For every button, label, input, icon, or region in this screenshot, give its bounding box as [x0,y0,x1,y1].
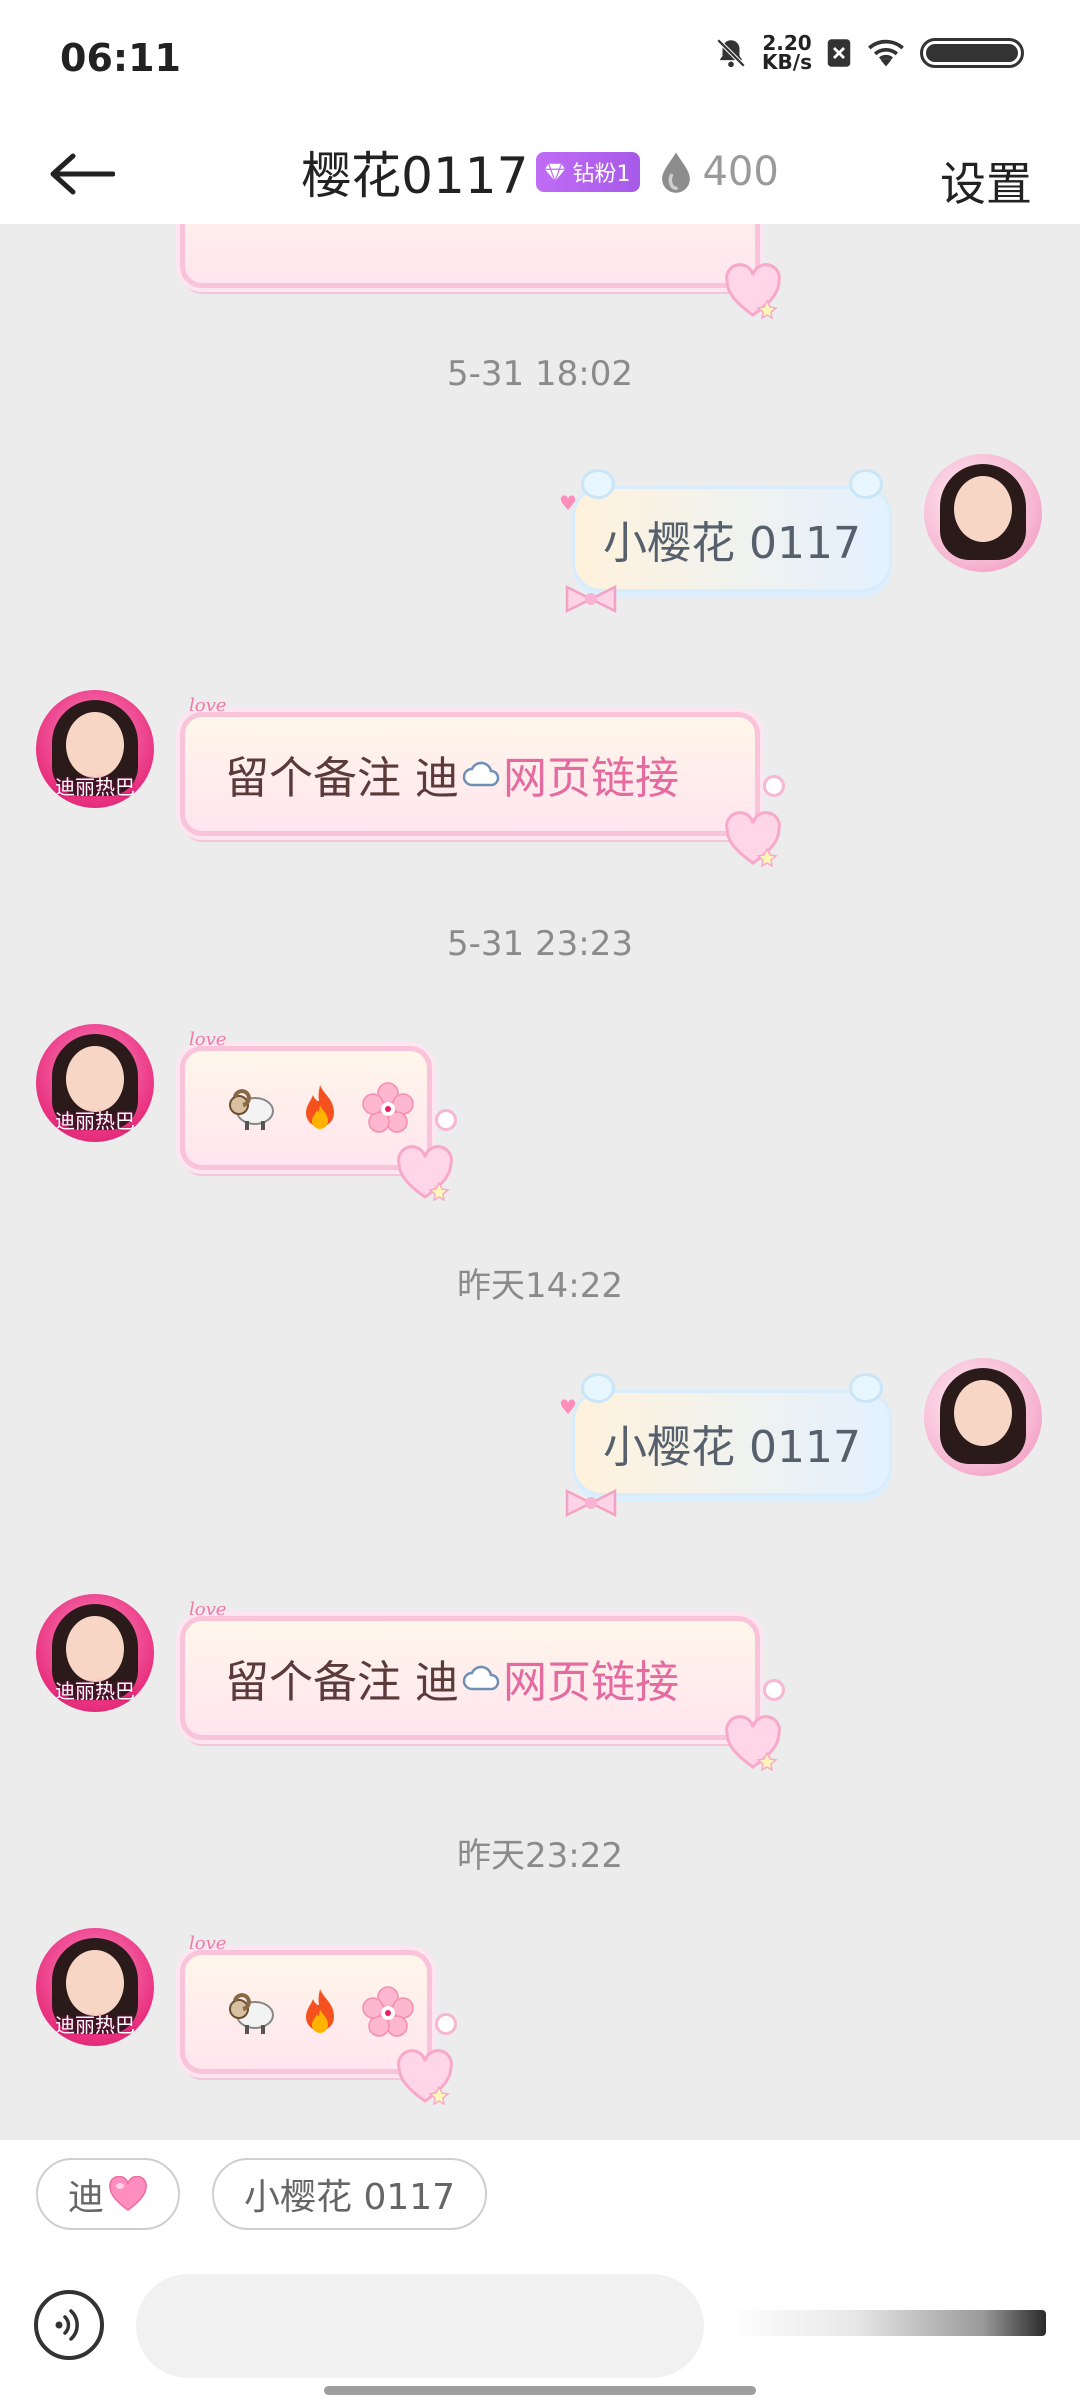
emoji-message [225,1081,415,1135]
wifi-icon [866,37,906,69]
quick-reply-chip[interactable]: 小樱花 0117 [212,2158,488,2230]
sim-x-icon [826,38,852,68]
bubble-ear-decoration [849,1373,883,1403]
heart-decoration-icon [725,1715,781,1771]
mute-bell-icon [714,36,748,70]
bubble-ear-decoration [581,1373,615,1403]
fire-emoji [306,1989,334,2033]
ram-emoji [229,1089,274,1130]
bow-decoration-icon [565,584,617,614]
quick-reply-label: 迪 [68,2177,105,2218]
title-group: 樱花0117 钻粉1 400 [0,126,1080,218]
network-speed-unit: KB/s [762,50,812,74]
message-text: 小樱花 0117 [603,518,861,569]
message-text: 小樱花 0117 [603,1422,861,1473]
love-tag: love [189,1933,227,1954]
fan-badge-label: 钻粉1 [572,162,631,187]
cherry-blossom-emoji [362,1986,414,2037]
avatar-caption: 迪丽热巴 [55,1679,135,1703]
my-avatar[interactable] [924,454,1042,572]
bubble-ear-decoration [581,469,615,499]
message-text: 留个备注 迪 网页链接 [225,742,679,806]
message-input[interactable] [136,2274,704,2378]
small-heart-icon: ♥ [559,491,577,515]
voice-input-button[interactable] [34,2290,104,2360]
intimacy-count: 400 [702,149,779,195]
timestamp: 昨天14:22 [457,1266,623,1306]
message-bubble-incoming-partial[interactable] [180,224,781,319]
fan-level-badge: 钻粉1 [536,152,641,192]
avatar-caption: 迪丽热巴 [55,1109,135,1133]
cherry-blossom-emoji [362,1082,414,1133]
cloud-link-icon [462,761,500,787]
heart-decoration-icon [397,1145,453,1201]
ring-decoration [763,775,785,797]
message-bubble-outgoing[interactable]: ♥ 小樱花 0117 [559,469,892,614]
message-bubble-incoming[interactable]: love [180,1933,457,2105]
contact-avatar[interactable]: 迪丽热巴 [36,1024,154,1142]
contact-avatar[interactable]: 迪丽热巴 [36,1928,154,2046]
small-heart-icon: ♥ [559,1395,577,1419]
diamond-icon [545,163,566,183]
pink-heart-icon [109,2176,147,2211]
quick-reply-label: 小樱花 0117 [244,2177,456,2218]
my-avatar[interactable] [924,1358,1042,1476]
bubble-ear-decoration [849,469,883,499]
input-actions-fade [730,2310,1046,2336]
home-indicator[interactable] [324,2386,756,2395]
love-tag: love [189,695,227,716]
message-text-prefix: 留个备注 迪 [225,1657,459,1708]
page-title: 樱花0117 [301,147,529,205]
heart-decoration-icon [725,263,781,319]
status-icons: 2.20 KB/s [714,33,1024,74]
timestamp: 昨天23:22 [457,1836,623,1876]
heart-decoration-icon [397,2049,453,2105]
ring-decoration [763,1679,785,1701]
input-bar: 迪 小樱花 0117 [0,2140,1080,2400]
love-tag: love [189,1599,227,1620]
message-text: 留个备注 迪 网页链接 [225,1646,679,1710]
bow-decoration-icon [565,1488,617,1518]
ring-decoration [435,1109,457,1131]
status-bar: 06:11 2.20 KB/s [0,0,1080,120]
love-tag: love [189,1029,227,1050]
message-text-prefix: 留个备注 迪 [225,753,459,804]
timestamp: 5-31 18:02 [447,354,633,394]
chat-header: 樱花0117 钻粉1 400 设置 [0,120,1080,224]
heart-decoration-icon [725,811,781,867]
message-bubble-outgoing[interactable]: ♥ 小樱花 0117 [559,1373,892,1518]
avatar-caption: 迪丽热巴 [55,2013,135,2037]
voice-wave-icon [55,2309,79,2341]
quick-reply-chip[interactable]: 迪 [36,2158,181,2230]
message-list[interactable]: 5-31 18:02 ♥ 小樱花 0117 迪丽热巴 love 留个备注 迪 网… [0,224,1080,2140]
network-speed: 2.20 KB/s [762,33,812,74]
avatar-caption: 迪丽热巴 [55,775,135,799]
timestamp: 5-31 23:23 [447,924,633,964]
message-bubble-incoming[interactable]: love [180,1029,457,1201]
emoji-message [225,1985,415,2039]
contact-avatar[interactable]: 迪丽热巴 [36,690,154,808]
ring-decoration [435,2013,457,2035]
message-bubble-incoming[interactable]: love 留个备注 迪 网页链接 [180,695,785,867]
status-time: 06:11 [60,36,181,80]
cloud-link-icon [462,1665,500,1691]
settings-button[interactable]: 设置 [930,138,1042,224]
ram-emoji [229,1993,274,2034]
message-bubble-incoming[interactable]: love 留个备注 迪 网页链接 [180,1599,785,1771]
contact-avatar[interactable]: 迪丽热巴 [36,1594,154,1712]
web-link[interactable]: 网页链接 [503,1646,679,1710]
fire-emoji [306,1085,334,1129]
intimacy-drop-icon [662,152,691,193]
web-link[interactable]: 网页链接 [503,742,679,806]
battery-icon [920,38,1024,68]
